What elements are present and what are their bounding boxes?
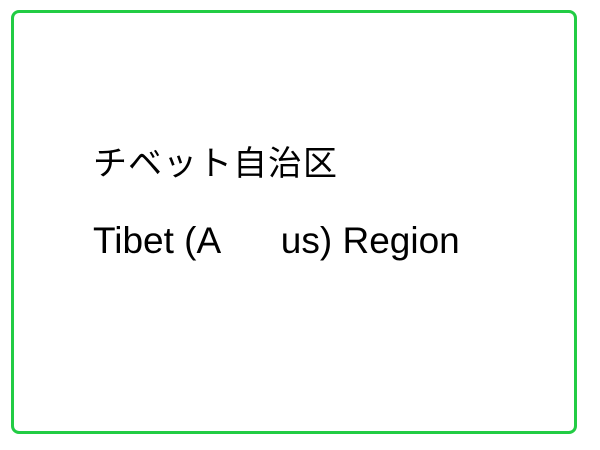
english-region-name: Tibet (A us) Region — [93, 220, 460, 261]
japanese-region-name: チベット自治区 — [93, 144, 338, 184]
